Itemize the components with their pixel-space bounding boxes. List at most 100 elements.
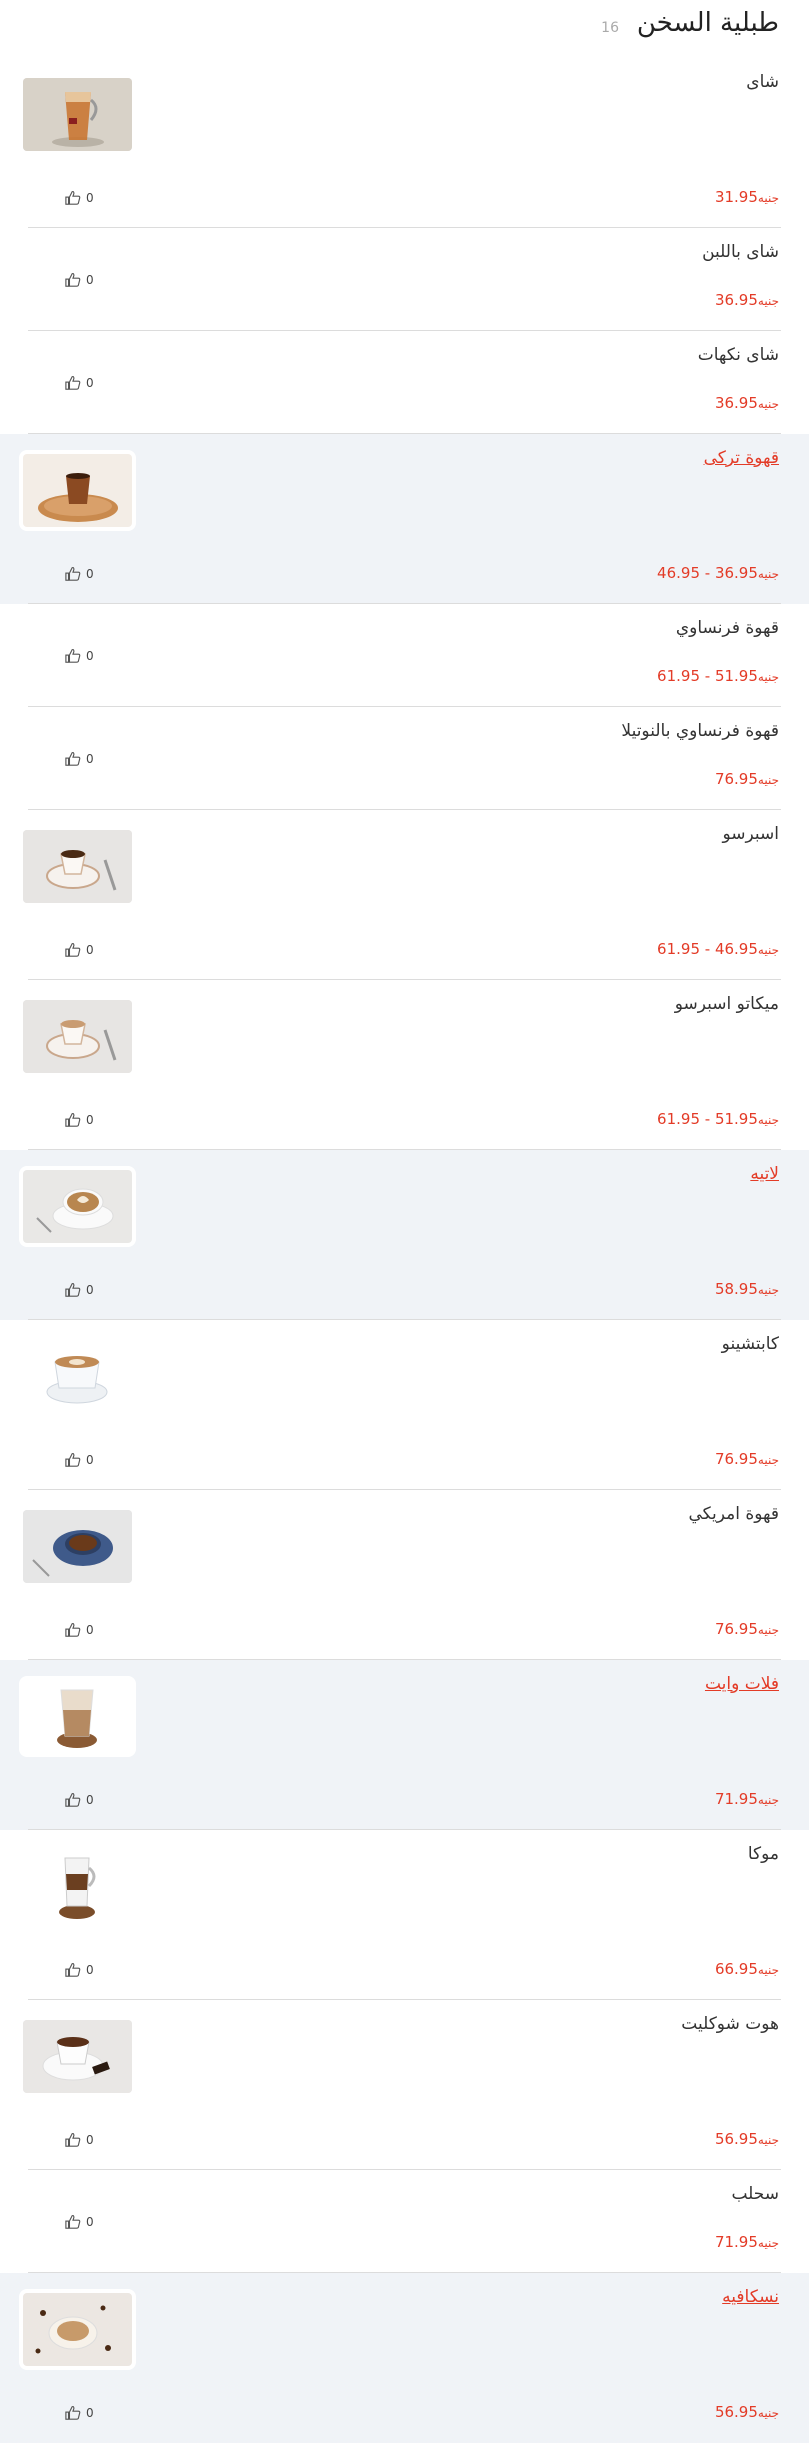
like-count: 0 bbox=[86, 752, 94, 766]
like-button[interactable]: 0 bbox=[64, 272, 94, 288]
menu-item[interactable]: شاى جنيه31.95 0 bbox=[0, 58, 809, 228]
thumbs-up-icon bbox=[65, 1622, 81, 1637]
menu-item[interactable]: نسكافيه جنيه56.95 0 bbox=[0, 2273, 809, 2443]
currency-label: جنيه bbox=[757, 1283, 779, 1297]
price-value: 36.95 bbox=[714, 394, 758, 412]
price-value: 76.95 bbox=[714, 1450, 758, 1468]
tea-glass-image[interactable] bbox=[23, 78, 132, 151]
item-price: جنيه58.95 bbox=[715, 1280, 779, 1298]
price-value: 71.95 bbox=[714, 2233, 758, 2251]
item-price: جنيه36.95 - 46.95 bbox=[657, 564, 779, 582]
like-button[interactable]: 0 bbox=[64, 1452, 94, 1468]
currency-label: جنيه bbox=[757, 1113, 779, 1127]
item-name: شاى bbox=[746, 72, 779, 92]
like-button[interactable]: 0 bbox=[64, 1282, 94, 1298]
menu-item[interactable]: اسبرسو جنيه46.95 - 61.95 0 bbox=[0, 810, 809, 980]
item-price: جنيه76.95 bbox=[715, 770, 779, 788]
like-button[interactable]: 0 bbox=[64, 751, 94, 767]
currency-label: جنيه bbox=[757, 2133, 779, 2147]
menu-item[interactable]: شاى باللبن جنيه36.95 0 bbox=[0, 228, 809, 331]
item-price: جنيه71.95 bbox=[715, 2233, 779, 2251]
flat-white-image[interactable] bbox=[23, 1680, 132, 1753]
currency-label: جنيه bbox=[757, 294, 779, 308]
espresso-image[interactable] bbox=[23, 830, 132, 903]
item-name[interactable]: نسكافيه bbox=[722, 2287, 779, 2307]
cappuccino-image[interactable] bbox=[23, 1340, 132, 1413]
currency-label: جنيه bbox=[757, 1453, 779, 1467]
thumbs-up-icon bbox=[65, 1112, 81, 1127]
price-value: 76.95 bbox=[714, 770, 758, 788]
nescafe-image[interactable] bbox=[23, 2293, 132, 2366]
item-name[interactable]: لاتيه bbox=[750, 1164, 779, 1184]
like-button[interactable]: 0 bbox=[64, 1962, 94, 1978]
like-button[interactable]: 0 bbox=[64, 375, 94, 391]
menu-item[interactable]: شاى نكهات جنيه36.95 0 bbox=[0, 331, 809, 434]
like-count: 0 bbox=[86, 567, 94, 581]
latte-image[interactable] bbox=[23, 1170, 132, 1243]
thumbs-up-icon bbox=[65, 375, 81, 390]
like-count: 0 bbox=[86, 191, 94, 205]
item-price: جنيه66.95 bbox=[715, 1960, 779, 1978]
like-button[interactable]: 0 bbox=[64, 1622, 94, 1638]
thumbs-up-icon bbox=[65, 272, 81, 287]
currency-label: جنيه bbox=[757, 773, 779, 787]
item-name: سحلب bbox=[731, 2184, 779, 2204]
item-name[interactable]: فلات وايت bbox=[705, 1674, 779, 1694]
like-button[interactable]: 0 bbox=[64, 190, 94, 206]
like-button[interactable]: 0 bbox=[64, 566, 94, 582]
thumbs-up-icon bbox=[65, 1282, 81, 1297]
turkish-coffee-image[interactable] bbox=[23, 454, 132, 527]
currency-label: جنيه bbox=[757, 2236, 779, 2250]
currency-label: جنيه bbox=[757, 943, 779, 957]
menu-item[interactable]: فلات وايت جنيه71.95 0 bbox=[0, 1660, 809, 1830]
menu-item[interactable]: لاتيه جنيه58.95 0 bbox=[0, 1150, 809, 1320]
item-price: جنيه51.95 - 61.95 bbox=[657, 1110, 779, 1128]
macchiato-image[interactable] bbox=[23, 1000, 132, 1073]
menu-item[interactable]: سحلب جنيه71.95 0 bbox=[0, 2170, 809, 2273]
like-button[interactable]: 0 bbox=[64, 2405, 94, 2421]
menu-item[interactable]: موكا جنيه66.95 0 bbox=[0, 1830, 809, 2000]
price-value: 36.95 - 46.95 bbox=[657, 564, 758, 582]
item-price: جنيه76.95 bbox=[715, 1620, 779, 1638]
currency-label: جنيه bbox=[757, 1793, 779, 1807]
like-button[interactable]: 0 bbox=[64, 2214, 94, 2230]
item-count: 16 bbox=[601, 20, 619, 36]
item-name[interactable]: قهوة تركى bbox=[704, 448, 779, 468]
like-button[interactable]: 0 bbox=[64, 942, 94, 958]
like-button[interactable]: 0 bbox=[64, 648, 94, 664]
thumbs-up-icon bbox=[65, 1452, 81, 1467]
thumbs-up-icon bbox=[65, 2405, 81, 2420]
item-price: جنيه31.95 bbox=[715, 188, 779, 206]
item-name: شاى نكهات bbox=[697, 345, 779, 365]
menu-item[interactable]: قهوة تركى جنيه36.95 - 46.95 0 bbox=[0, 434, 809, 604]
price-value: 56.95 bbox=[714, 2403, 758, 2421]
currency-label: جنيه bbox=[757, 191, 779, 205]
currency-label: جنيه bbox=[757, 1963, 779, 1977]
like-count: 0 bbox=[86, 376, 94, 390]
like-button[interactable]: 0 bbox=[64, 2132, 94, 2148]
menu-item[interactable]: ميكاتو اسبرسو جنيه51.95 - 61.95 0 bbox=[0, 980, 809, 1150]
hot-chocolate-image[interactable] bbox=[23, 2020, 132, 2093]
currency-label: جنيه bbox=[757, 2406, 779, 2420]
thumbs-up-icon bbox=[65, 190, 81, 205]
menu-item[interactable]: قهوة فرنساوي بالنوتيلا جنيه76.95 0 bbox=[0, 707, 809, 810]
americano-image[interactable] bbox=[23, 1510, 132, 1583]
like-count: 0 bbox=[86, 273, 94, 287]
like-button[interactable]: 0 bbox=[64, 1112, 94, 1128]
price-value: 31.95 bbox=[714, 188, 758, 206]
currency-label: جنيه bbox=[757, 567, 779, 581]
thumbs-up-icon bbox=[65, 1792, 81, 1807]
like-button[interactable]: 0 bbox=[64, 1792, 94, 1808]
menu-item[interactable]: قهوة امريكي جنيه76.95 0 bbox=[0, 1490, 809, 1660]
menu-item[interactable]: كابتشينو جنيه76.95 0 bbox=[0, 1320, 809, 1490]
item-price: جنيه76.95 bbox=[715, 1450, 779, 1468]
menu-item[interactable]: هوت شوكليت جنيه56.95 0 bbox=[0, 2000, 809, 2170]
item-name: هوت شوكليت bbox=[681, 2014, 779, 2034]
mocha-image[interactable] bbox=[23, 1850, 132, 1923]
price-value: 51.95 - 61.95 bbox=[657, 667, 758, 685]
price-value: 66.95 bbox=[714, 1960, 758, 1978]
item-price: جنيه71.95 bbox=[715, 1790, 779, 1808]
item-name: كابتشينو bbox=[721, 1334, 779, 1354]
thumbs-up-icon bbox=[65, 1962, 81, 1977]
menu-item[interactable]: قهوة فرنساوي جنيه51.95 - 61.95 0 bbox=[0, 604, 809, 707]
